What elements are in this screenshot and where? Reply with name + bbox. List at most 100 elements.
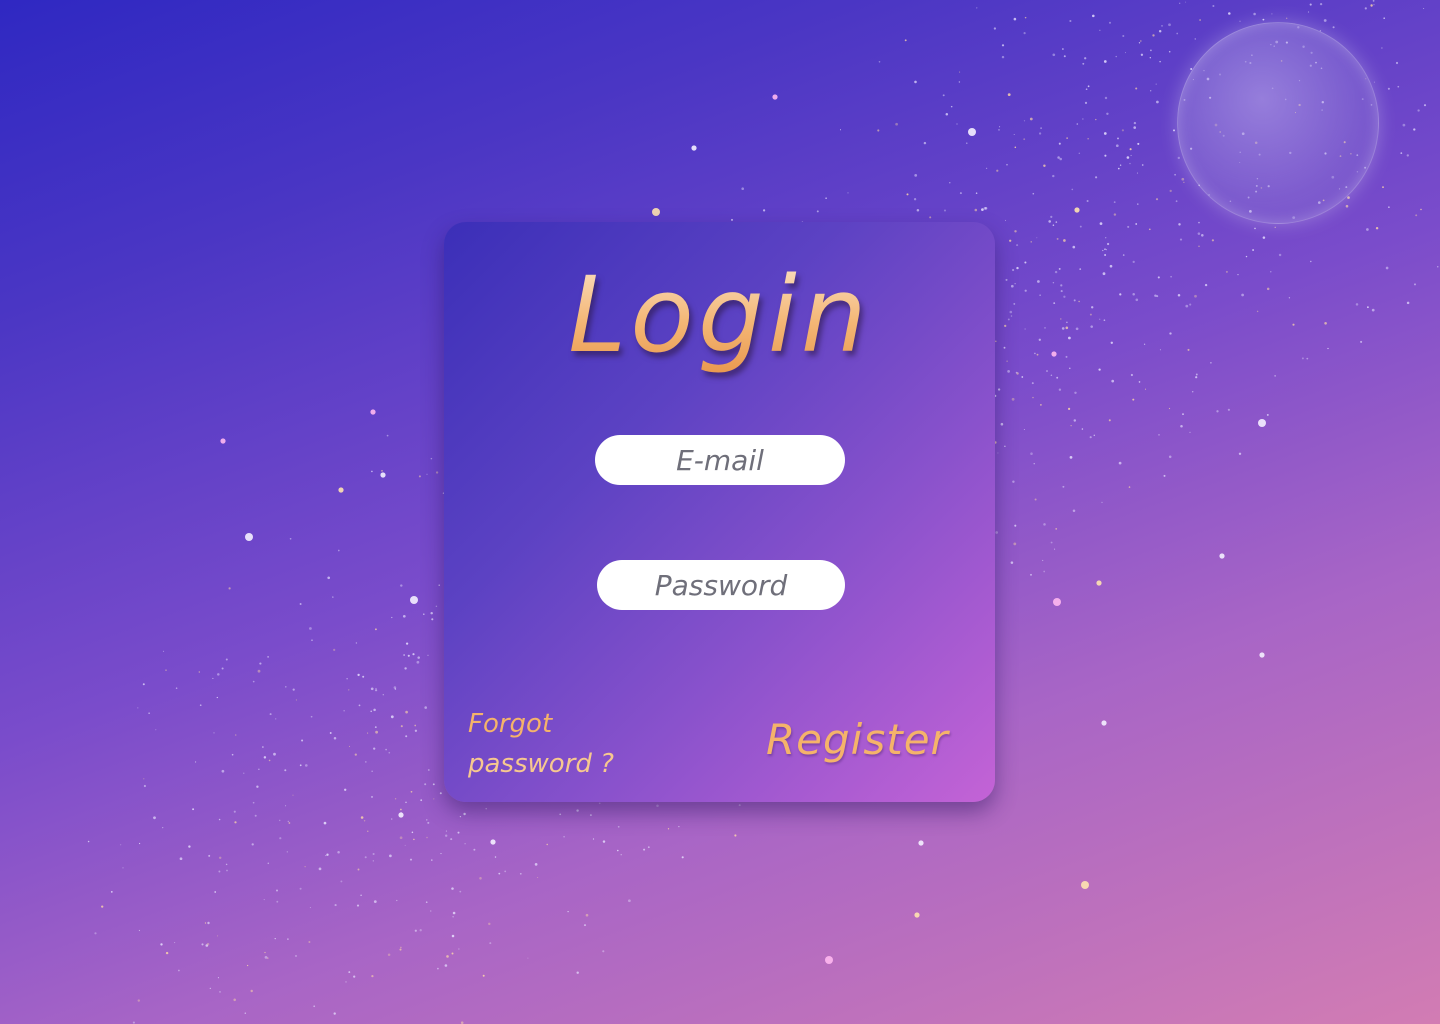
- star-dust: [405, 642, 409, 645]
- star-dust: [498, 872, 501, 875]
- star-dust: [264, 951, 266, 954]
- star-dust: [1104, 254, 1107, 256]
- star-dust: [1199, 19, 1202, 21]
- star-dust: [435, 471, 439, 474]
- star-dust: [1191, 390, 1194, 393]
- star-dust: [358, 704, 361, 707]
- star-dust: [1087, 85, 1090, 88]
- star-dust: [402, 614, 406, 618]
- star-dust: [1180, 424, 1183, 428]
- star-dust: [1182, 413, 1184, 415]
- password-input[interactable]: [597, 560, 845, 610]
- star-dust: [1011, 397, 1015, 401]
- star-dust: [1032, 192, 1035, 195]
- star-dust: [373, 747, 376, 750]
- star-dust: [1091, 306, 1094, 309]
- star-dust: [1170, 275, 1172, 278]
- star-dust: [1345, 204, 1349, 208]
- star-dust: [1086, 199, 1089, 203]
- star-dust: [371, 770, 373, 772]
- star-dust: [403, 654, 405, 656]
- star-dust: [1129, 148, 1132, 151]
- star-dust: [153, 816, 156, 820]
- star-dust: [375, 687, 377, 690]
- star-dust: [1149, 49, 1152, 52]
- star-dust: [1286, 17, 1288, 19]
- star-dust: [1024, 328, 1026, 330]
- star-dust: [1155, 198, 1159, 201]
- star-dust: [1301, 357, 1304, 360]
- star-dust: [244, 1012, 247, 1014]
- star-dust: [1013, 133, 1015, 136]
- star-dust: [451, 887, 454, 890]
- star-dust: [1413, 283, 1417, 286]
- star-dust: [279, 837, 282, 840]
- star-dust: [956, 123, 958, 125]
- forgot-password-link[interactable]: Forgot password ?: [468, 704, 668, 784]
- star-dust: [945, 113, 949, 116]
- star-dust: [1024, 289, 1027, 292]
- star-dust: [218, 818, 221, 821]
- star-dust: [225, 658, 228, 661]
- star-dust: [1387, 87, 1390, 90]
- star-dust: [1023, 120, 1026, 122]
- star-dust: [1013, 302, 1016, 305]
- star-dust: [1007, 370, 1010, 373]
- star-dust: [188, 845, 191, 848]
- star-dust: [414, 729, 418, 732]
- star-dust: [1173, 129, 1175, 132]
- star-dust: [285, 805, 287, 807]
- star-dust: [1262, 236, 1266, 239]
- star-dust: [132, 1021, 135, 1024]
- star-dust: [287, 820, 290, 823]
- star-dust: [292, 688, 295, 691]
- star-dust: [299, 887, 302, 890]
- star-dust: [360, 894, 362, 897]
- star: [1259, 652, 1265, 658]
- star-dust: [268, 759, 271, 762]
- email-input[interactable]: [595, 435, 845, 485]
- star-dust: [1000, 422, 1004, 426]
- star-dust: [1065, 355, 1068, 358]
- star-dust: [400, 808, 402, 811]
- register-link[interactable]: Register: [766, 712, 966, 768]
- star-dust: [1174, 173, 1176, 176]
- star-dust: [1383, 17, 1386, 20]
- star-dust: [1093, 434, 1096, 437]
- star-dust: [1121, 129, 1124, 132]
- star-dust: [246, 964, 249, 967]
- star-dust: [137, 999, 140, 1002]
- star-dust: [1067, 407, 1071, 411]
- star-dust: [1009, 239, 1012, 242]
- star-dust: [208, 854, 211, 857]
- star-dust: [251, 843, 254, 846]
- star-dust: [419, 929, 422, 932]
- star-dust: [1189, 431, 1191, 434]
- star-dust: [420, 799, 423, 802]
- star-dust: [221, 667, 224, 670]
- star-dust: [1066, 137, 1068, 139]
- star-dust: [1119, 293, 1122, 296]
- star-dust: [1169, 332, 1172, 335]
- star-dust: [1005, 278, 1008, 281]
- star-dust: [1102, 249, 1104, 252]
- star-dust: [1402, 123, 1406, 127]
- star-dust: [1168, 455, 1172, 459]
- star-dust: [178, 969, 180, 972]
- star-dust: [1036, 237, 1038, 239]
- star-dust: [1068, 336, 1071, 340]
- star-dust: [192, 808, 195, 811]
- star-dust: [162, 650, 165, 652]
- star-dust: [1062, 48, 1064, 50]
- star-dust: [1054, 548, 1056, 550]
- star-dust: [138, 929, 140, 932]
- star-dust: [1155, 83, 1157, 85]
- star-dust: [400, 946, 402, 949]
- star: [1053, 598, 1061, 606]
- star-dust: [1177, 156, 1181, 160]
- star-dust: [1194, 38, 1196, 40]
- star-dust: [1079, 268, 1082, 270]
- star-dust: [295, 699, 297, 701]
- star-dust: [349, 745, 350, 747]
- star-dust: [1082, 62, 1085, 65]
